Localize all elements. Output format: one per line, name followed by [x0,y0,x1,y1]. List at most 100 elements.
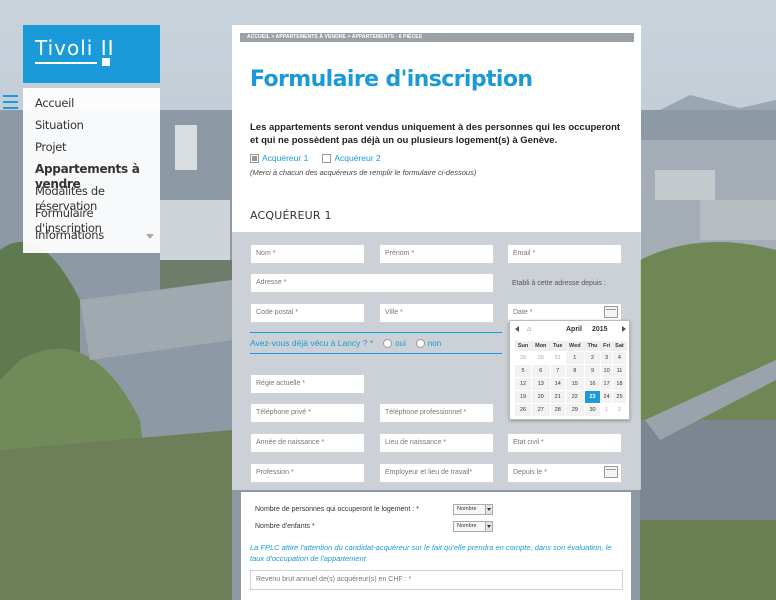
nom-field[interactable]: Nom * [250,244,365,264]
day-cell[interactable]: 7 [549,363,566,378]
weekday-label: Mon [531,341,551,351]
persons-label: Nombre de personnes qui occuperont le lo… [255,506,419,513]
nav-item-formulaire[interactable]: Formulaire d'inscription [23,206,160,235]
calendar-icon[interactable] [604,306,618,318]
day-cell[interactable]: 13 [531,376,551,391]
day-cell[interactable]: 27 [531,402,551,417]
day-cell[interactable]: 2 [583,350,602,365]
day-cell[interactable]: 21 [549,389,566,404]
lieu-naissance-field[interactable]: Lieu de naissance * [379,433,494,453]
email-field[interactable]: Email * [507,244,622,264]
weekday-label: Sun [514,341,532,351]
breadcrumb[interactable]: ACCUEIL > APPARTEMENTS À VENDRE > APPART… [240,33,634,42]
chevron-down-icon[interactable] [485,522,492,531]
datepicker-year[interactable]: 2015 [592,326,608,333]
nav-item-appartements[interactable]: Appartements à vendre [23,162,160,191]
day-cell[interactable]: 3 [600,350,613,365]
ville-field[interactable]: Ville * [379,303,494,323]
week-row: 12 13 14 15 16 17 18 [513,376,628,391]
persons-select[interactable]: Nombre [453,504,493,515]
buyer2-label[interactable]: Acquéreur 2 [334,153,380,163]
household-block: Nombre de personnes qui occuperont le lo… [241,492,631,600]
persons-select-value[interactable]: Nombre [457,506,477,512]
day-cell[interactable]: 28 [549,402,566,417]
etat-civil-field[interactable]: Etat civil * [507,433,622,453]
nav-item-informations[interactable]: Informations [23,228,160,250]
regie-field[interactable]: Régie actuelle * [250,374,365,394]
menu-icon[interactable] [3,95,18,109]
checkbox-empty-icon[interactable] [322,153,332,163]
revenu-field[interactable]: Revenu brut annuel de(s) acquéreur(s) en… [250,570,623,590]
logo-square [102,58,110,66]
day-cell[interactable]: 1 [600,402,613,417]
nav-item-projet[interactable]: Projet [23,140,160,162]
chevron-right-icon[interactable] [622,326,626,332]
employeur-field[interactable]: Employeur et lieu de travail* [379,463,494,483]
prenom-field[interactable]: Prénom * [379,244,494,264]
adresse-field[interactable]: Adresse * [250,273,494,293]
day-cell[interactable]: 24 [600,389,613,404]
nav-item-modalites[interactable]: Modalités de réservation [23,184,160,213]
weekday-label: Wed [565,341,585,351]
day-cell-selected[interactable]: 23 [583,389,602,404]
radio-oui[interactable] [383,338,393,348]
logo[interactable]: Tivoli II [23,25,160,83]
datepicker-month[interactable]: April [566,326,582,333]
day-cell[interactable]: 11 [611,363,628,378]
chevron-down-icon[interactable] [485,505,492,514]
weekday-row: Sun Mon Tue Wed Thu Fri Sat [514,341,627,351]
week-row: 19 20 21 22 23 24 25 [513,389,628,404]
home-icon[interactable]: ⌂ [527,326,531,333]
buyer1-label[interactable]: Acquéreur 1 [262,153,308,163]
day-cell[interactable]: 22 [564,389,585,404]
calendar-icon[interactable] [604,466,618,478]
radio-oui-label[interactable]: oui [395,339,406,348]
annee-naissance-field[interactable]: Année de naissance * [250,433,365,453]
day-cell[interactable]: 26 [513,402,533,417]
children-label: Nombre d'enfants * [255,523,315,530]
day-cell[interactable]: 25 [611,389,628,404]
chevron-down-icon[interactable] [146,234,154,239]
day-cell[interactable]: 8 [564,363,585,378]
radio-non-label[interactable]: non [428,339,441,348]
children-select[interactable]: Nombre [453,521,493,532]
profession-field[interactable]: Profession * [250,463,365,483]
datepicker-grid: Sun Mon Tue Wed Thu Fri Sat 29 30 31 1 2… [513,341,628,417]
week-row: 5 6 7 8 9 10 11 [513,363,628,378]
day-cell[interactable]: 18 [611,376,628,391]
day-cell[interactable]: 16 [583,376,602,391]
tel-prive-field[interactable]: Téléphone privé * [250,403,365,423]
children-select-value[interactable]: Nombre [457,523,477,529]
tel-pro-field[interactable]: Téléphone professionnel * [379,403,494,423]
buyer1-checkbox[interactable]: Acquéreur 1 [250,153,308,163]
checkbox-checked-icon[interactable] [250,153,259,163]
radio-non[interactable] [415,338,425,348]
weekday-label: Thu [584,341,601,351]
day-cell[interactable]: 10 [600,363,613,378]
day-cell[interactable]: 29 [564,402,585,417]
day-cell[interactable]: 17 [600,376,613,391]
day-cell[interactable]: 30 [531,350,551,365]
code-postal-field[interactable]: Code postal * [250,303,365,323]
day-cell[interactable]: 1 [564,350,585,365]
day-cell[interactable]: 5 [513,363,533,378]
day-cell[interactable]: 30 [583,402,602,417]
nav-item-accueil[interactable]: Accueil [23,96,160,118]
day-cell[interactable]: 20 [531,389,551,404]
day-cell[interactable]: 15 [564,376,585,391]
day-cell[interactable]: 29 [513,350,533,365]
buyers-hint: (Merci à chacun des acquéreurs de rempli… [250,168,477,177]
day-cell[interactable]: 19 [513,389,533,404]
buyer2-checkbox[interactable]: Acquéreur 2 [322,153,381,163]
day-cell[interactable]: 31 [549,350,566,365]
day-cell[interactable]: 12 [513,376,533,391]
chevron-left-icon[interactable] [515,326,519,332]
day-cell[interactable]: 14 [549,376,566,391]
day-cell[interactable]: 6 [531,363,551,378]
nav-item-situation[interactable]: Situation [23,118,160,140]
day-cell[interactable]: 9 [583,363,602,378]
day-cell[interactable]: 2 [611,402,628,417]
datepicker-header: ⌂ April 2015 [510,325,631,337]
day-cell[interactable]: 4 [611,350,628,365]
week-row: 26 27 28 29 30 1 2 [513,402,628,417]
